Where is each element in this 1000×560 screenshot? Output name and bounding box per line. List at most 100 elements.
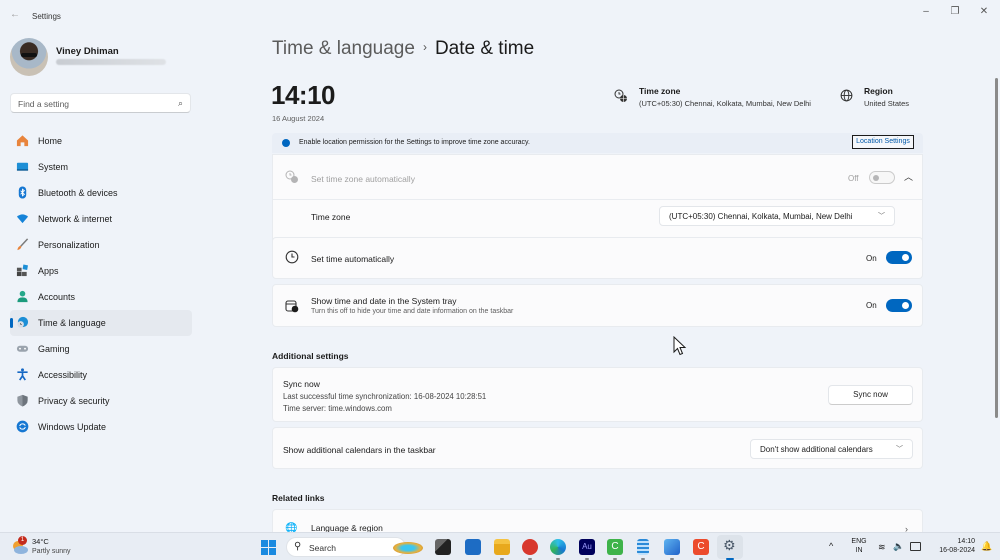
auto-time-toggle[interactable]: [886, 251, 912, 264]
edge-icon[interactable]: [550, 539, 566, 555]
sidebar-item-home[interactable]: Home: [10, 128, 192, 154]
additional-settings-heading: Additional settings: [272, 351, 349, 361]
header-timezone: Time zone (UTC+05:30) Chennai, Kolkata, …: [639, 86, 811, 108]
system-tray-label: Show time and date in the System tray: [311, 296, 457, 306]
scrollbar[interactable]: [995, 78, 998, 418]
clock-icon: [285, 250, 299, 264]
globe-icon: [840, 89, 853, 102]
sync-card: Sync now Last successful time synchroniz…: [272, 367, 923, 422]
show-hidden-icons-chevron[interactable]: ^: [829, 541, 833, 551]
update-icon: [16, 420, 29, 433]
auto-time-label: Set time automatically: [311, 254, 395, 264]
additional-calendars-label: Show additional calendars in the taskbar: [283, 445, 436, 455]
battery-icon[interactable]: [910, 542, 921, 551]
camtasia-icon[interactable]: C: [607, 539, 623, 555]
weather-badge: 1: [18, 536, 27, 545]
user-name: Viney Dhiman: [56, 46, 119, 57]
sidebar-item-label: Windows Update: [38, 422, 107, 432]
weather-condition: Partly sunny: [32, 548, 71, 555]
taskbar-clock[interactable]: 14:10 16-08-2024: [930, 538, 975, 554]
location-settings-button[interactable]: Location Settings: [852, 135, 914, 149]
user-profile[interactable]: Viney Dhiman: [10, 38, 210, 78]
taskbar-search[interactable]: ⚲ Search: [286, 537, 406, 557]
red-app-icon[interactable]: [522, 539, 538, 555]
taskbar-search-label: Search: [309, 543, 336, 553]
time-language-icon: [17, 316, 29, 328]
sidebar-item-gaming[interactable]: Gaming: [10, 336, 192, 362]
settings-app-active[interactable]: ⚙: [717, 535, 743, 559]
maximize-button[interactable]: ❐: [947, 6, 963, 18]
sidebar-item-windows-update[interactable]: Windows Update: [10, 414, 192, 440]
find-setting-input[interactable]: Find a setting ⌕: [10, 93, 191, 113]
current-time: 14:10: [271, 80, 336, 110]
bluetooth-icon: [18, 186, 27, 199]
sidebar-item-network[interactable]: Network & internet: [10, 206, 192, 232]
red-c-app-icon[interactable]: C: [693, 539, 709, 555]
timezone-label: Time zone: [311, 212, 351, 222]
auto-timezone-toggle[interactable]: [869, 171, 895, 184]
volume-icon[interactable]: 🔈: [893, 541, 904, 552]
sidebar-item-label: Accessibility: [38, 370, 88, 380]
sidebar-item-accessibility[interactable]: Accessibility: [10, 362, 192, 388]
timezone-auto-card: Set time zone automatically Off ︿ Time z…: [272, 154, 923, 244]
collapse-chevron-icon[interactable]: ︿: [904, 170, 913, 183]
task-view-icon[interactable]: [435, 539, 451, 555]
breadcrumb-parent[interactable]: Time & language: [272, 38, 415, 59]
sidebar-item-label: Personalization: [38, 240, 100, 250]
taskbar-time: 14:10: [957, 538, 975, 545]
lang-top: ENG: [851, 538, 867, 545]
calendar-clock-icon: [285, 300, 299, 313]
header-region: Region United States: [864, 86, 909, 108]
widget-icon[interactable]: [393, 542, 423, 554]
title-bar: ← Settings – ❐ ✕: [0, 0, 1000, 32]
location-permission-infobar: Enable location permission for the Setti…: [272, 133, 923, 153]
back-arrow-icon[interactable]: ←: [10, 10, 20, 20]
timezone-dropdown[interactable]: (UTC+05:30) Chennai, Kolkata, Mumbai, Ne…: [659, 206, 895, 226]
sidebar-item-label: Privacy & security: [38, 396, 110, 406]
auto-time-card: Set time automatically On: [272, 237, 923, 279]
additional-calendars-dropdown[interactable]: Don't show additional calendars ﹀: [750, 439, 913, 459]
notification-bell-icon[interactable]: 🔔: [981, 541, 992, 552]
timezone-dropdown-value: (UTC+05:30) Chennai, Kolkata, Mumbai, Ne…: [669, 212, 853, 221]
accounts-icon: [17, 290, 28, 303]
related-links-heading: Related links: [272, 493, 325, 503]
close-button[interactable]: ✕: [976, 6, 992, 18]
sidebar-item-privacy[interactable]: Privacy & security: [10, 388, 192, 414]
photos-icon[interactable]: [664, 539, 680, 555]
sidebar-item-personalization[interactable]: Personalization: [10, 232, 192, 258]
header-timezone-value: (UTC+05:30) Chennai, Kolkata, Mumbai, Ne…: [639, 99, 811, 108]
auto-timezone-label: Set time zone automatically: [311, 174, 415, 184]
language-indicator[interactable]: ENG IN: [849, 538, 869, 554]
active-indicator: [10, 318, 13, 328]
breadcrumb-separator: ›: [422, 40, 427, 54]
header-timezone-title: Time zone: [639, 86, 681, 96]
gaming-icon: [16, 345, 29, 352]
sidebar-item-apps[interactable]: Apps: [10, 258, 192, 284]
minimize-button[interactable]: –: [918, 6, 934, 18]
sidebar-item-bluetooth[interactable]: Bluetooth & devices: [10, 180, 192, 206]
last-sync-text: Last successful time synchronization: 16…: [283, 392, 487, 401]
infobar-text: Enable location permission for the Setti…: [299, 139, 530, 146]
windows-start-icon[interactable]: [261, 540, 276, 555]
sidebar-item-label: Network & internet: [38, 214, 113, 224]
sidebar-item-system[interactable]: System: [10, 154, 192, 180]
divider: [273, 199, 922, 200]
wifi-icon[interactable]: ≋: [878, 542, 886, 553]
sidebar-item-accounts[interactable]: Accounts: [10, 284, 192, 310]
sidebar-item-time-language[interactable]: Time & language: [10, 310, 192, 336]
system-tray-toggle[interactable]: [886, 299, 912, 312]
microsoft-store-icon[interactable]: [465, 539, 481, 555]
sidebar-item-label: Bluetooth & devices: [38, 188, 118, 198]
file-explorer-icon[interactable]: [494, 539, 510, 555]
user-email-redacted: [56, 59, 166, 65]
apps-icon: [16, 264, 28, 277]
sidebar-item-label: Gaming: [38, 344, 70, 354]
calendars-dropdown-value: Don't show additional calendars: [760, 445, 873, 454]
taskbar: 1 34°C Partly sunny ⚲ Search Au C C ⚙ ^ …: [0, 532, 1000, 560]
auto-timezone-state: Off: [848, 174, 859, 183]
notepad-icon[interactable]: [637, 539, 649, 555]
settings-gear-icon: ⚙: [723, 537, 736, 553]
audition-icon[interactable]: Au: [579, 539, 595, 555]
chevron-down-icon: ﹀: [878, 213, 885, 220]
sync-now-button[interactable]: Sync now: [828, 385, 913, 405]
